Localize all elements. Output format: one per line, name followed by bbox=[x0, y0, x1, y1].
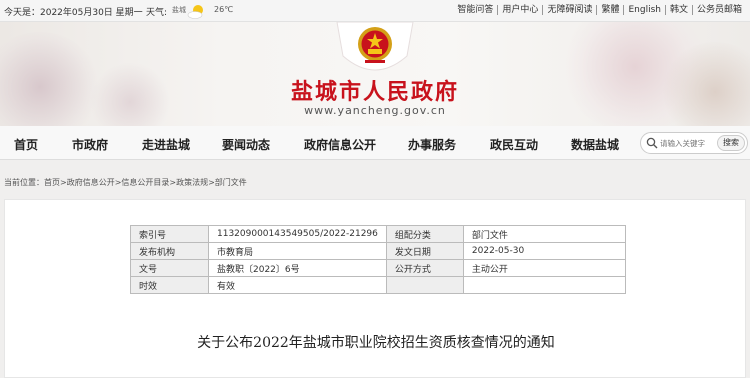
link-accessibility[interactable]: 无障碍阅读 bbox=[542, 5, 596, 15]
weather-city: 盐城 bbox=[172, 6, 186, 14]
disclosure-mode-value: 主动公开 bbox=[462, 259, 627, 277]
site-banner: 盐城市人民政府 www.yancheng.gov.cn bbox=[0, 22, 750, 126]
nav-item-information-disclosure[interactable]: 政府信息公开 bbox=[304, 136, 376, 153]
link-user-center[interactable]: 用户中心 bbox=[497, 5, 542, 15]
search-icon bbox=[646, 137, 658, 149]
issue-date-value: 2022-05-30 bbox=[462, 242, 627, 260]
publisher-label: 发布机构 bbox=[130, 242, 209, 260]
validity-value: 有效 bbox=[208, 276, 387, 294]
nav-item-about-yancheng[interactable]: 走进盐城 bbox=[142, 136, 190, 153]
document-metadata-table: 索引号 113209000143549505/2022-21296 组配分类 部… bbox=[130, 225, 627, 294]
top-info-bar: 今天是：2022年05月30日 星期一 天气: 盐城 26℃ 智能问答 用户中心… bbox=[0, 0, 750, 22]
nav-item-interaction[interactable]: 政民互动 bbox=[490, 136, 538, 153]
issue-date-label: 发文日期 bbox=[385, 242, 464, 260]
nav-item-services[interactable]: 办事服务 bbox=[408, 136, 456, 153]
document-number-value: 盐教职〔2022〕6号 bbox=[208, 259, 387, 277]
disclosure-mode-label: 公开方式 bbox=[385, 259, 464, 277]
document-number-label: 文号 bbox=[130, 259, 209, 277]
site-url: www.yancheng.gov.cn bbox=[304, 104, 446, 117]
link-traditional-chinese[interactable]: 繁體 bbox=[596, 5, 623, 15]
document-title: 关于公布2022年盐城市职业院校招生资质核查情况的通知 bbox=[197, 335, 555, 351]
publisher-value: 市教育局 bbox=[208, 242, 387, 260]
table-row: 文号 盐教职〔2022〕6号 公开方式 主动公开 bbox=[130, 259, 627, 277]
empty-cell bbox=[385, 276, 464, 294]
category-label: 组配分类 bbox=[385, 225, 464, 243]
validity-label: 时效 bbox=[130, 276, 209, 294]
sun-cloud-icon bbox=[187, 5, 203, 19]
site-title: 盐城市人民政府 bbox=[290, 79, 459, 105]
empty-cell bbox=[462, 276, 627, 294]
link-civil-servant-mail[interactable]: 公务员邮箱 bbox=[691, 5, 746, 15]
index-value: 113209000143549505/2022-21296 bbox=[208, 225, 387, 243]
temperature: 26℃ bbox=[214, 5, 234, 14]
search-box: 搜索 bbox=[640, 132, 748, 154]
index-label: 索引号 bbox=[130, 225, 209, 243]
category-value: 部门文件 bbox=[462, 225, 627, 243]
current-date: 今天是：2022年05月30日 星期一 bbox=[4, 8, 143, 18]
search-button[interactable]: 搜索 bbox=[717, 135, 745, 151]
nav-item-news[interactable]: 要闻动态 bbox=[222, 136, 270, 153]
table-row: 索引号 113209000143549505/2022-21296 组配分类 部… bbox=[130, 225, 627, 243]
link-english[interactable]: English bbox=[623, 5, 665, 15]
nav-item-data-yancheng[interactable]: 数据盐城 bbox=[571, 136, 619, 153]
link-smart-qa[interactable]: 智能问答 bbox=[453, 5, 497, 15]
weather-label: 天气: bbox=[146, 8, 168, 18]
table-row: 发布机构 市教育局 发文日期 2022-05-30 bbox=[130, 242, 627, 260]
search-input[interactable] bbox=[660, 135, 716, 151]
link-korean[interactable]: 韩文 bbox=[664, 5, 692, 15]
nav-item-city-government[interactable]: 市政府 bbox=[72, 136, 108, 153]
table-row: 时效 有效 bbox=[130, 276, 627, 294]
nav-item-home[interactable]: 首页 bbox=[14, 136, 38, 153]
national-emblem-icon bbox=[336, 22, 414, 71]
breadcrumb: 当前位置：首页>政府信息公开>信息公开目录>政策法规>部门文件 bbox=[4, 178, 247, 187]
top-links: 智能问答 用户中心 无障碍阅读 繁體 English 韩文 公务员邮箱 bbox=[453, 5, 746, 15]
main-navigation: 首页 市政府 走进盐城 要闻动态 政府信息公开 办事服务 政民互动 数据盐城 bbox=[0, 126, 750, 160]
content-panel: 索引号 113209000143549505/2022-21296 组配分类 部… bbox=[4, 199, 746, 378]
